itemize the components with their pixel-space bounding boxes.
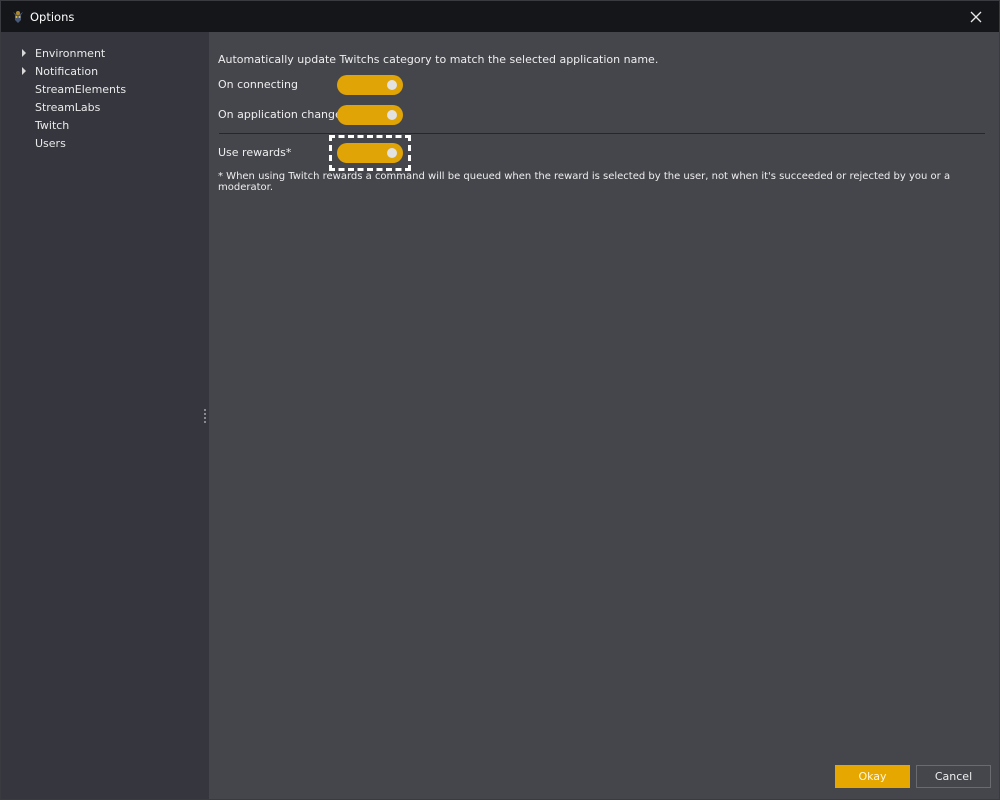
- splitter-handle[interactable]: [204, 409, 206, 423]
- tree-item-users[interactable]: Users: [1, 134, 209, 152]
- rewards-footnote: * When using Twitch rewards a command wi…: [218, 171, 951, 193]
- window-title: Options: [30, 9, 75, 24]
- use-rewards-label: Use rewards*: [218, 146, 292, 159]
- tree-item-label: Environment: [35, 46, 106, 60]
- expand-arrow-icon[interactable]: [22, 49, 26, 57]
- tree-item-label: Notification: [35, 64, 99, 78]
- on-application-changed-label: On application changed: [218, 108, 349, 121]
- tree-item-label: StreamLabs: [35, 100, 101, 114]
- cancel-button[interactable]: Cancel: [916, 765, 991, 788]
- toggle-knob: [387, 148, 397, 158]
- toggle-knob: [387, 80, 397, 90]
- tree-item-label: StreamElements: [35, 82, 127, 96]
- on-connecting-toggle[interactable]: [337, 75, 403, 95]
- tree-item-label: Twitch: [35, 118, 70, 132]
- tree-item-twitch[interactable]: Twitch: [1, 116, 209, 134]
- options-tree: Environment Notification StreamElements …: [1, 32, 209, 799]
- section-description: Automatically update Twitchs category to…: [218, 53, 659, 66]
- expand-arrow-icon[interactable]: [22, 67, 26, 75]
- tree-item-label: Users: [35, 136, 66, 150]
- divider: [219, 133, 985, 134]
- on-application-changed-toggle[interactable]: [337, 105, 403, 125]
- close-button[interactable]: [953, 1, 999, 32]
- tree-item-streamelements[interactable]: StreamElements: [1, 80, 209, 98]
- okay-button[interactable]: Okay: [835, 765, 910, 788]
- tree-item-streamlabs[interactable]: StreamLabs: [1, 98, 209, 116]
- settings-panel: Automatically update Twitchs category to…: [210, 32, 999, 799]
- title-bar: Options: [1, 1, 999, 32]
- app-logo-icon: [13, 10, 23, 23]
- options-window: Options Environment Notification StreamE…: [0, 0, 1000, 800]
- tree-item-environment[interactable]: Environment: [1, 44, 209, 62]
- use-rewards-toggle[interactable]: [337, 143, 403, 163]
- toggle-knob: [387, 110, 397, 120]
- tree-item-notification[interactable]: Notification: [1, 62, 209, 80]
- close-icon: [970, 11, 982, 22]
- on-connecting-label: On connecting: [218, 78, 298, 91]
